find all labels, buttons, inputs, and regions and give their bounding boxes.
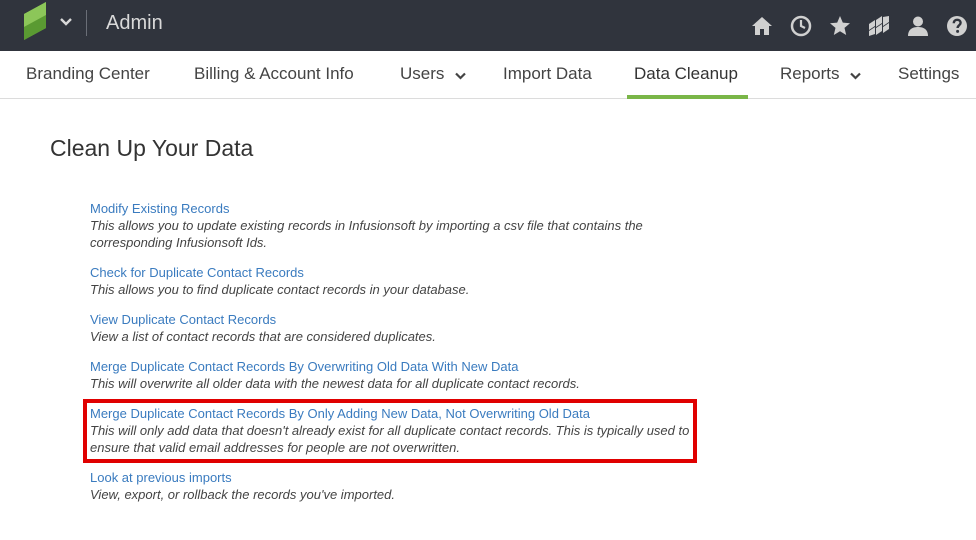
nav-item-label: Data Cleanup [634, 64, 738, 83]
nav-item-data-cleanup[interactable]: Data Cleanup [634, 51, 738, 99]
nav-item-label: Billing & Account Info [194, 64, 354, 83]
top-header: Admin [0, 0, 976, 51]
list-item: Check for Duplicate Contact Records This… [90, 264, 690, 298]
help-icon[interactable] [937, 6, 976, 46]
nav-item-label: Import Data [503, 64, 592, 83]
nav-item-label: Settings [898, 64, 960, 83]
chevron-down-icon[interactable] [60, 14, 72, 30]
nav-item-branding-center[interactable]: Branding Center [26, 51, 150, 99]
previous-imports-link[interactable]: Look at previous imports [90, 469, 690, 486]
active-tab-indicator [627, 95, 748, 99]
star-icon[interactable] [820, 6, 859, 46]
chevron-down-icon [850, 52, 862, 98]
merge-add-only-link[interactable]: Merge Duplicate Contact Records By Only … [90, 405, 690, 422]
app-title: Admin [106, 12, 163, 34]
list-item: Merge Duplicate Contact Records By Overw… [90, 358, 690, 392]
nav-item-reports[interactable]: Reports [780, 51, 862, 99]
merge-overwrite-link[interactable]: Merge Duplicate Contact Records By Overw… [90, 358, 690, 375]
view-duplicate-records-link[interactable]: View Duplicate Contact Records [90, 311, 690, 328]
list-item: View Duplicate Contact Records View a li… [90, 311, 690, 345]
home-icon[interactable] [742, 6, 781, 46]
page-title: Clean Up Your Data [50, 135, 254, 161]
header-divider [86, 10, 87, 36]
nav-item-label: Branding Center [26, 64, 150, 83]
clock-icon[interactable] [781, 6, 820, 46]
nav-item-billing-account-info[interactable]: Billing & Account Info [194, 51, 354, 99]
entry-description: View, export, or rollback the records yo… [90, 487, 395, 502]
list-item: Look at previous imports View, export, o… [90, 469, 690, 503]
chevron-down-icon [455, 52, 466, 98]
list-item: Modify Existing Records This allows you … [90, 200, 690, 251]
entry-description: This will only add data that doesn't alr… [90, 423, 690, 455]
header-icon-group [742, 0, 976, 51]
user-icon[interactable] [898, 6, 937, 46]
modify-existing-records-link[interactable]: Modify Existing Records [90, 200, 690, 217]
entry-description: View a list of contact records that are … [90, 329, 436, 344]
entry-description: This allows you to find duplicate contac… [90, 282, 470, 297]
list-item: Merge Duplicate Contact Records By Only … [90, 405, 690, 456]
nav-item-label: Reports [780, 64, 840, 83]
entry-description: This allows you to update existing recor… [90, 218, 643, 250]
nav-item-users[interactable]: Users [400, 51, 466, 99]
nav-item-settings[interactable]: Settings [898, 51, 959, 99]
nav-item-label: Users [400, 64, 445, 83]
check-duplicate-records-link[interactable]: Check for Duplicate Contact Records [90, 264, 690, 281]
logo-icon[interactable] [24, 2, 50, 40]
apps-icon[interactable] [859, 6, 898, 46]
entry-description: This will overwrite all older data with … [90, 376, 580, 391]
nav-item-import-data[interactable]: Import Data [503, 51, 592, 99]
admin-nav: Branding Center Billing & Account Info U… [0, 51, 976, 99]
